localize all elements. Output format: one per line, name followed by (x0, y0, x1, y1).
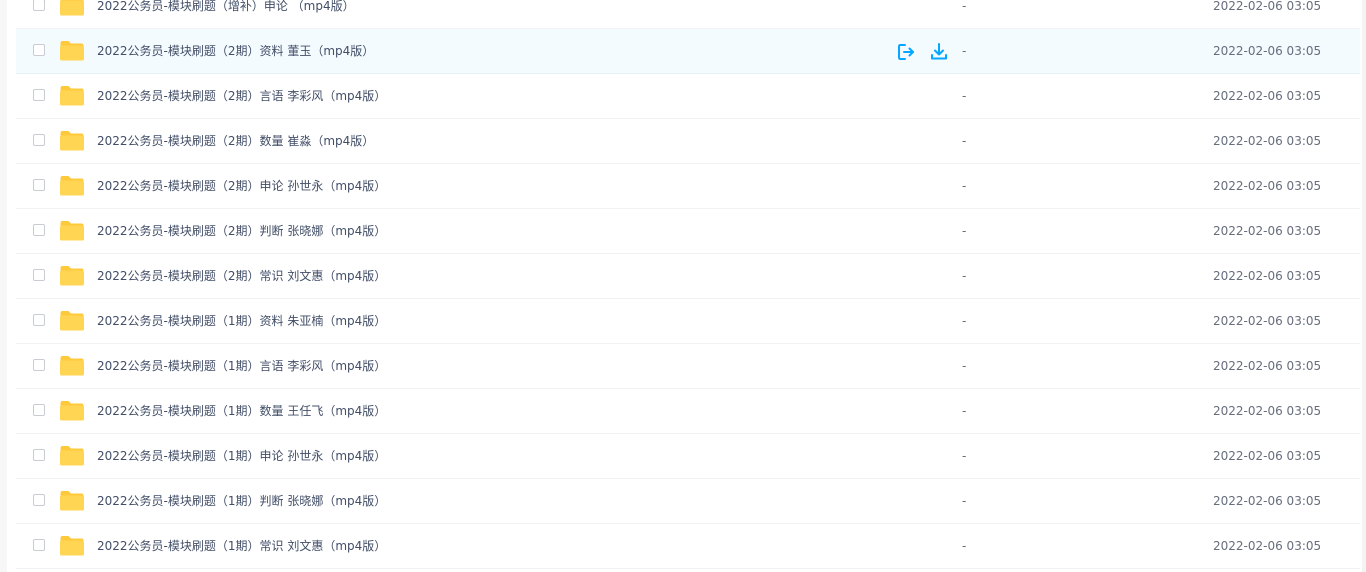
folder-icon (60, 491, 84, 511)
file-size: - (962, 449, 967, 463)
file-size: - (962, 494, 967, 508)
folder-icon (60, 131, 84, 151)
row-checkbox[interactable] (33, 134, 45, 146)
file-name[interactable]: 2022公务员-模块刷题（1期）判断 张晓娜（mp4版） (97, 493, 386, 509)
file-name[interactable]: 2022公务员-模块刷题（2期）数量 崔淼（mp4版） (97, 133, 374, 149)
file-name[interactable]: 2022公务员-模块刷题（2期）申论 孙世永（mp4版） (97, 178, 386, 194)
row-checkbox[interactable] (33, 359, 45, 371)
file-name[interactable]: 2022公务员-模块刷题（1期）数量 王任飞（mp4版） (97, 403, 386, 419)
file-date: 2022-02-06 03:05 (1213, 359, 1322, 373)
file-name[interactable]: 2022公务员-模块刷题（2期）判断 张晓娜（mp4版） (97, 223, 386, 239)
row-checkbox[interactable] (33, 89, 45, 101)
file-size: - (962, 269, 967, 283)
download-icon[interactable] (929, 42, 949, 62)
file-date: 2022-02-06 03:05 (1213, 179, 1322, 193)
folder-icon (60, 86, 84, 106)
row-checkbox[interactable] (33, 224, 45, 236)
file-size: - (962, 314, 967, 328)
file-size: - (962, 539, 967, 553)
row-checkbox[interactable] (33, 449, 45, 461)
file-date: 2022-02-06 03:05 (1213, 494, 1322, 508)
file-name[interactable]: 2022公务员-模块刷题（1期）言语 李彩风（mp4版） (97, 358, 386, 374)
file-name[interactable]: 2022公务员-模块刷题（增补）申论 （mp4版） (97, 0, 355, 14)
file-size: - (962, 134, 967, 148)
left-sidebar-edge (0, 0, 7, 572)
folder-icon (60, 41, 84, 61)
folder-icon (60, 536, 84, 556)
file-name[interactable]: 2022公务员-模块刷题（2期）资料 董玉（mp4版） (97, 43, 374, 59)
file-date: 2022-02-06 03:05 (1213, 539, 1322, 553)
scrollbar-track[interactable] (1362, 0, 1366, 572)
file-size: - (962, 359, 967, 373)
file-name[interactable]: 2022公务员-模块刷题（2期）常识 刘文惠（mp4版） (97, 268, 386, 284)
file-list-page: 2022公务员-模块刷题（增补）申论 （mp4版） - 2022-02-06 0… (0, 0, 1366, 572)
file-date: 2022-02-06 03:05 (1213, 224, 1322, 238)
row-checkbox[interactable] (33, 404, 45, 416)
row-checkbox[interactable] (33, 0, 45, 11)
row-checkbox[interactable] (33, 494, 45, 506)
share-icon[interactable] (896, 42, 916, 62)
folder-icon (60, 176, 84, 196)
file-date: 2022-02-06 03:05 (1213, 89, 1322, 103)
file-name[interactable]: 2022公务员-模块刷题（1期）常识 刘文惠（mp4版） (97, 538, 386, 554)
folder-icon (60, 221, 84, 241)
file-size: - (962, 44, 967, 58)
file-size: - (962, 0, 967, 13)
row-checkbox[interactable] (33, 269, 45, 281)
row-checkbox[interactable] (33, 314, 45, 326)
folder-icon (60, 0, 84, 16)
file-row[interactable]: 2022公务员-模块刷题（1期）常识 刘文惠（mp4版） - 2022-02-0… (16, 524, 1360, 569)
file-row[interactable]: 2022公务员-模块刷题（增补）申论 （mp4版） - 2022-02-06 0… (16, 0, 1360, 29)
file-list: 2022公务员-模块刷题（增补）申论 （mp4版） - 2022-02-06 0… (16, 0, 1360, 569)
file-row[interactable]: 2022公务员-模块刷题（2期）资料 董玉（mp4版） - 2022-02-06… (16, 29, 1360, 74)
file-date: 2022-02-06 03:05 (1213, 314, 1322, 328)
file-name[interactable]: 2022公务员-模块刷题（1期）资料 朱亚楠（mp4版） (97, 313, 386, 329)
row-checkbox[interactable] (33, 539, 45, 551)
file-size: - (962, 89, 967, 103)
file-date: 2022-02-06 03:05 (1213, 44, 1322, 58)
file-date: 2022-02-06 03:05 (1213, 404, 1322, 418)
row-checkbox[interactable] (33, 179, 45, 191)
file-date: 2022-02-06 03:05 (1213, 0, 1322, 13)
row-checkbox[interactable] (33, 44, 45, 56)
file-row[interactable]: 2022公务员-模块刷题（2期）申论 孙世永（mp4版） - 2022-02-0… (16, 164, 1360, 209)
file-row[interactable]: 2022公务员-模块刷题（1期）判断 张晓娜（mp4版） - 2022-02-0… (16, 479, 1360, 524)
folder-icon (60, 401, 84, 421)
file-row[interactable]: 2022公务员-模块刷题（1期）数量 王任飞（mp4版） - 2022-02-0… (16, 389, 1360, 434)
file-date: 2022-02-06 03:05 (1213, 134, 1322, 148)
file-row[interactable]: 2022公务员-模块刷题（1期）言语 李彩风（mp4版） - 2022-02-0… (16, 344, 1360, 389)
file-row[interactable]: 2022公务员-模块刷题（2期）言语 李彩风（mp4版） - 2022-02-0… (16, 74, 1360, 119)
file-row[interactable]: 2022公务员-模块刷题（1期）申论 孙世永（mp4版） - 2022-02-0… (16, 434, 1360, 479)
file-date: 2022-02-06 03:05 (1213, 269, 1322, 283)
file-row[interactable]: 2022公务员-模块刷题（2期）判断 张晓娜（mp4版） - 2022-02-0… (16, 209, 1360, 254)
file-row[interactable]: 2022公务员-模块刷题（2期）数量 崔淼（mp4版） - 2022-02-06… (16, 119, 1360, 164)
file-name[interactable]: 2022公务员-模块刷题（1期）申论 孙世永（mp4版） (97, 448, 386, 464)
file-size: - (962, 179, 967, 193)
folder-icon (60, 356, 84, 376)
file-size: - (962, 404, 967, 418)
file-size: - (962, 224, 967, 238)
file-row[interactable]: 2022公务员-模块刷题（2期）常识 刘文惠（mp4版） - 2022-02-0… (16, 254, 1360, 299)
file-row[interactable]: 2022公务员-模块刷题（1期）资料 朱亚楠（mp4版） - 2022-02-0… (16, 299, 1360, 344)
file-name[interactable]: 2022公务员-模块刷题（2期）言语 李彩风（mp4版） (97, 88, 386, 104)
folder-icon (60, 266, 84, 286)
file-date: 2022-02-06 03:05 (1213, 449, 1322, 463)
folder-icon (60, 311, 84, 331)
folder-icon (60, 446, 84, 466)
